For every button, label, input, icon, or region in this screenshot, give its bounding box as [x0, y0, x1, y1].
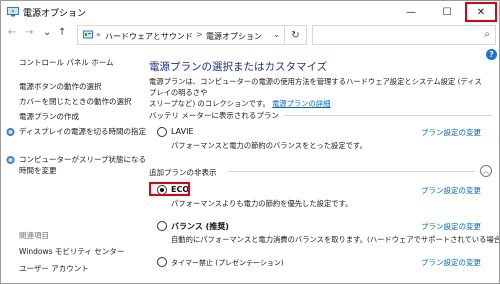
eco-highlight — [149, 182, 190, 196]
plan-radio-lavie[interactable] — [157, 127, 167, 137]
extra-plans-section-title: 追加プランの非表示 — [149, 168, 217, 177]
navigation-bar: ← → ⌄ ↑ « ハードウェアとサウンド > 電源オプション ⌄ ↻ ⌕ — [1, 23, 499, 47]
back-arrow-icon[interactable]: ← — [8, 27, 16, 38]
sidebar: コントロール パネル ホーム 電源ボタンの動作の選択 カバーを閉じたときの動作の… — [1, 47, 146, 283]
sidebar-item-sleep-cont[interactable]: 時間を変更 — [19, 165, 57, 176]
plan-name-balanced[interactable]: バランス (推奨) — [171, 221, 229, 232]
plan-desc-eco: パフォーマンスよりも電力の節約を優先した設定です。 — [171, 199, 353, 208]
address-overflow-chevron[interactable]: « — [96, 30, 101, 39]
plan-name-presentation[interactable]: タイマー禁止 (プレゼンテーション) — [171, 258, 284, 268]
intro-line-1: 電源プランは、コンピューターの電源の使用方法を管理するハードウェア設定とシステム… — [149, 77, 482, 97]
address-bar[interactable]: « ハードウェアとサウンド > 電源オプション ⌄ — [77, 25, 285, 45]
refresh-button[interactable]: ↻ — [285, 25, 307, 45]
page-title: 電源プランの選択またはカスタマイズ — [149, 61, 328, 73]
plan-change-link-lavie[interactable]: プラン設定の変更 — [421, 127, 481, 138]
intro-text: 電源プランは、コンピューターの電源の使用方法を管理するハードウェア設定とシステム… — [149, 76, 489, 109]
breadcrumb-separator: > — [196, 30, 203, 39]
search-icon: ⌕ — [484, 29, 490, 40]
up-arrow-icon[interactable]: ↑ — [58, 27, 66, 38]
forward-arrow-icon[interactable]: → — [25, 27, 33, 38]
refresh-icon: ↻ — [291, 29, 300, 41]
power-options-window: 電源オプション — ☐ ✕ ← → ⌄ ↑ « ハードウェアとサウンド > 電源… — [0, 0, 500, 284]
plan-radio-presentation[interactable] — [157, 257, 167, 267]
sidebar-item-display-off[interactable]: ディスプレイの電源を切る時間の指定 — [19, 126, 146, 137]
collapse-chevron-icon[interactable]: ︿ — [480, 165, 492, 177]
sidebar-item-create-plan[interactable]: 電源プランの作成 — [19, 111, 79, 122]
title-bar: 電源オプション — ☐ ✕ — [1, 1, 499, 23]
related-title: 関連項目 — [19, 231, 49, 240]
related-user-accounts[interactable]: ユーザー アカウント — [19, 263, 89, 274]
search-input[interactable]: ⌕ — [312, 25, 496, 45]
address-dropdown-icon[interactable]: ⌄ — [273, 30, 280, 39]
battery-section-title: バッテリ メーターに表示されるプラン — [149, 111, 279, 120]
sidebar-item-power-button[interactable]: 電源ボタンの動作の選択 — [19, 81, 102, 92]
recent-locations-icon[interactable]: ⌄ — [43, 27, 51, 38]
related-mobility-center[interactable]: Windows モビリティ センター — [19, 246, 124, 257]
battery-section-divider — [283, 115, 493, 116]
power-plan-details-link[interactable]: 電源プランの詳細 — [272, 99, 330, 108]
breadcrumb-power-options[interactable]: 電源オプション — [206, 31, 262, 42]
extra-section-divider — [227, 171, 475, 172]
plan-desc-lavie: パフォーマンスと電力の節約のバランスをとった設定です。 — [171, 141, 367, 150]
minimize-icon: — — [406, 6, 416, 18]
maximize-icon: ☐ — [442, 6, 452, 18]
intro-line-2: スリープなど) のコレクションです。 — [149, 99, 270, 108]
minimize-button[interactable]: — — [393, 1, 429, 23]
plan-name-lavie[interactable]: LAVIE — [171, 127, 194, 136]
sidebar-control-panel-home[interactable]: コントロール パネル ホーム — [19, 57, 114, 68]
plan-change-link-balanced[interactable]: プラン設定の変更 — [421, 221, 481, 232]
plan-radio-balanced[interactable] — [157, 221, 167, 231]
plan-change-link-presentation[interactable]: プラン設定の変更 — [421, 257, 481, 268]
sleep-settings-icon — [6, 156, 15, 164]
plan-desc-balanced: 自動的にパフォーマンスと電力消費のバランスを取ります。(ハードウェアでサポートさ… — [171, 235, 500, 244]
control-panel-icon — [83, 30, 93, 39]
power-options-icon — [7, 7, 19, 17]
main-content: 電源プランの選択またはカスタマイズ 電源プランは、コンピューターの電源の使用方法… — [149, 47, 499, 283]
breadcrumb-hardware-sound[interactable]: ハードウェアとサウンド — [105, 31, 193, 42]
sidebar-item-sleep[interactable]: コンピューターがスリープ状態になる — [19, 154, 146, 165]
close-button-highlight — [465, 2, 497, 22]
maximize-button[interactable]: ☐ — [429, 1, 465, 23]
display-settings-icon — [6, 128, 15, 136]
sidebar-item-lid-close[interactable]: カバーを閉じたときの動作の選択 — [19, 96, 132, 107]
window-title: 電源オプション — [23, 9, 87, 19]
plan-change-link-eco[interactable]: プラン設定の変更 — [421, 185, 481, 196]
